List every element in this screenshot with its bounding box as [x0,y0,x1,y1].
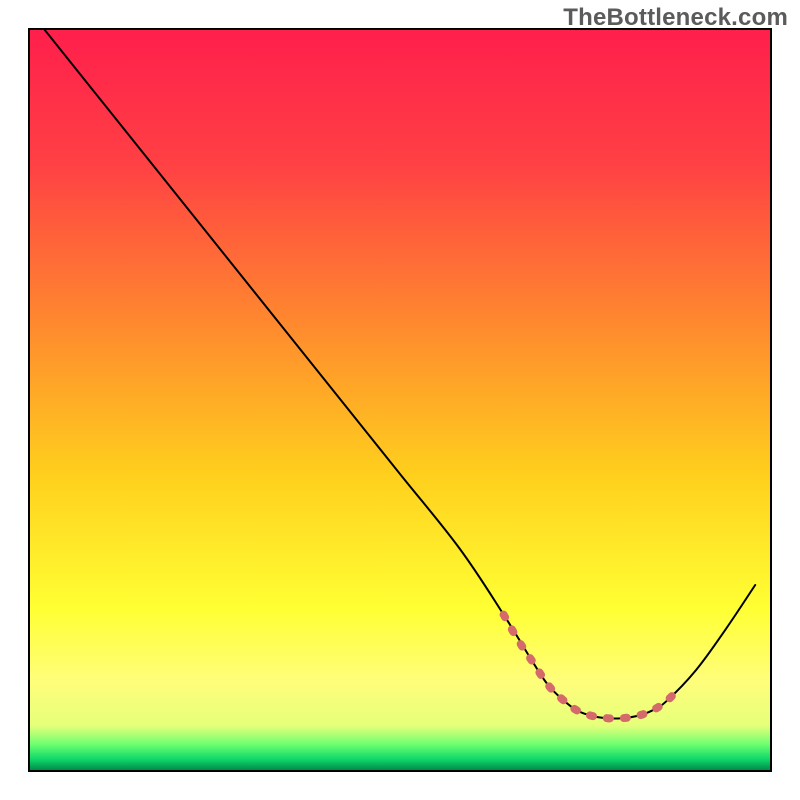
gradient-background [30,30,770,770]
bottleneck-chart [0,0,800,800]
watermark-text: TheBottleneck.com [563,4,788,32]
chart-stage: TheBottleneck.com [0,0,800,800]
